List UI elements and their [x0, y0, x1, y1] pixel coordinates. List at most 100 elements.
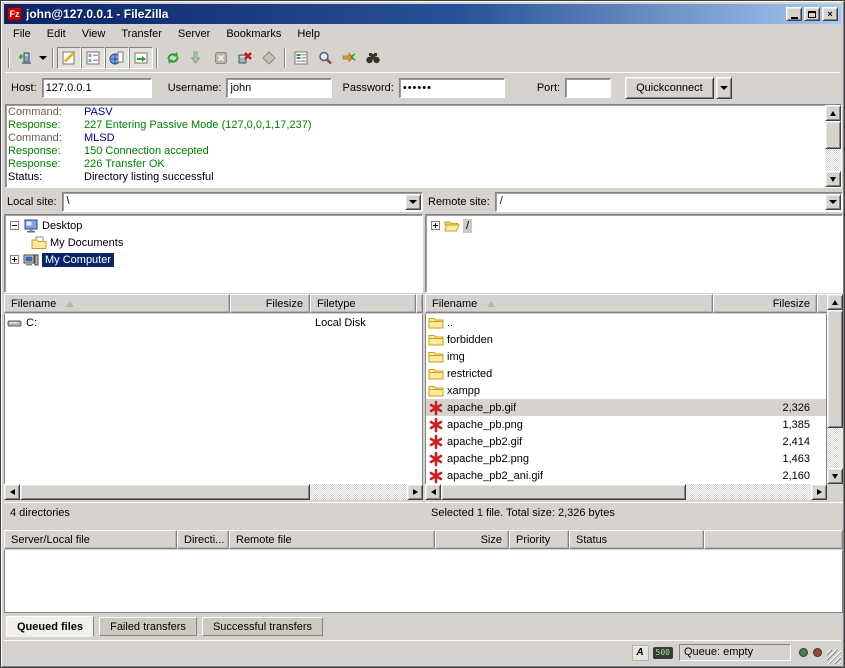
maximize-button[interactable]	[804, 7, 820, 21]
toggle-remote-tree-button[interactable]	[105, 47, 129, 69]
remote-file-row[interactable]: forbidden	[426, 331, 826, 348]
remote-file-row[interactable]: ..	[426, 314, 826, 331]
scroll-left-button[interactable]	[425, 484, 441, 500]
refresh-button[interactable]	[161, 47, 185, 69]
remote-file-row[interactable]: apache_pb2.png 1,463	[426, 450, 826, 467]
directory-filters-button[interactable]	[289, 47, 313, 69]
host-input[interactable]	[42, 78, 152, 98]
menu-edit[interactable]: Edit	[39, 26, 74, 44]
find-files-button[interactable]	[361, 47, 385, 69]
toggle-local-tree-button[interactable]	[81, 47, 105, 69]
scroll-right-button[interactable]	[407, 484, 423, 500]
desktop-icon	[23, 218, 39, 234]
scroll-down-button[interactable]	[827, 468, 843, 484]
close-button[interactable]: ×	[822, 7, 838, 21]
data-type-indicator[interactable]: A	[632, 645, 649, 661]
remote-file-row-selected[interactable]: apache_pb.gif 2,326	[426, 399, 826, 416]
remote-file-row[interactable]: restricted	[426, 365, 826, 382]
scroll-thumb[interactable]	[20, 484, 310, 500]
column-header-filesize[interactable]: Filesize	[713, 294, 817, 313]
column-header-filetype[interactable]: Filetype	[310, 294, 416, 313]
column-header-truncated[interactable]: L	[416, 294, 423, 313]
column-header-priority[interactable]: Priority	[509, 530, 569, 549]
menu-server[interactable]: Server	[170, 26, 218, 44]
scroll-up-button[interactable]	[827, 294, 843, 310]
remote-site-dropdown[interactable]	[825, 194, 841, 210]
log-line: Command:PASV	[8, 106, 823, 119]
scroll-down-button[interactable]	[825, 171, 841, 187]
column-header-size[interactable]: Size	[435, 530, 509, 549]
queue-list[interactable]	[4, 550, 843, 613]
synchronized-browsing-button[interactable]	[337, 47, 361, 69]
column-header-direction[interactable]: Directi...	[177, 530, 229, 549]
toggle-transfer-queue-button[interactable]	[129, 47, 153, 69]
remote-horizontal-scrollbar[interactable]	[425, 484, 827, 500]
column-header-filename[interactable]: Filename	[425, 294, 713, 313]
column-header-status[interactable]: Status	[569, 530, 704, 549]
speed-limit-indicator[interactable]: 500	[653, 647, 673, 659]
local-file-list: C: Local Disk	[4, 314, 423, 484]
log-line: Response:227 Entering Passive Mode (127,…	[8, 119, 823, 132]
collapse-icon[interactable]	[10, 221, 19, 230]
title-bar[interactable]: Fz john@127.0.0.1 - FileZilla ×	[4, 4, 841, 24]
scroll-thumb[interactable]	[825, 121, 841, 149]
password-input[interactable]	[399, 78, 505, 98]
toggle-message-log-button[interactable]	[57, 47, 81, 69]
scroll-right-button[interactable]	[811, 484, 827, 500]
site-manager-dropdown[interactable]	[37, 47, 49, 69]
menu-view[interactable]: View	[74, 26, 114, 44]
menu-file[interactable]: File	[5, 26, 39, 44]
clear-queue-button[interactable]	[257, 47, 281, 69]
expand-icon[interactable]	[431, 221, 440, 230]
expand-icon[interactable]	[10, 255, 19, 264]
local-status-text: 4 directories	[4, 502, 423, 522]
remote-vertical-scrollbar[interactable]	[827, 294, 843, 484]
process-queue-button[interactable]	[185, 47, 209, 69]
log-vertical-scrollbar[interactable]	[825, 105, 841, 187]
tree-item-my-documents[interactable]: My Documents	[5, 234, 422, 251]
username-input[interactable]	[226, 78, 332, 98]
local-horizontal-scrollbar[interactable]	[4, 484, 423, 500]
scroll-left-button[interactable]	[4, 484, 20, 500]
remote-file-row[interactable]: apache_pb.png 1,385	[426, 416, 826, 433]
tree-item-desktop[interactable]: Desktop	[5, 217, 422, 234]
port-input[interactable]	[565, 78, 611, 98]
scroll-thumb[interactable]	[441, 484, 686, 500]
log-line: Response:226 Transfer OK	[8, 158, 823, 171]
image-file-icon	[428, 468, 444, 484]
menu-transfer[interactable]: Transfer	[113, 26, 170, 44]
message-log: Command:PASV Response:227 Entering Passi…	[5, 104, 842, 188]
minimize-button[interactable]	[786, 7, 802, 21]
menu-bookmarks[interactable]: Bookmarks	[218, 26, 289, 44]
column-header-remote-file[interactable]: Remote file	[229, 530, 435, 549]
local-site-combo[interactable]: \	[62, 192, 423, 212]
tree-item-root[interactable]: /	[426, 217, 842, 234]
tree-item-my-computer[interactable]: My Computer	[5, 251, 422, 268]
local-site-dropdown[interactable]	[405, 194, 421, 210]
local-file-row[interactable]: C: Local Disk	[5, 314, 422, 331]
tab-queued-files[interactable]: Queued files	[6, 616, 94, 637]
remote-site-combo[interactable]: /	[495, 192, 843, 212]
resize-grip[interactable]	[827, 650, 841, 664]
quickconnect-dropdown[interactable]	[716, 77, 732, 99]
cancel-operation-button[interactable]	[209, 47, 233, 69]
close-icon: ×	[827, 9, 832, 19]
remote-file-row[interactable]: apache_pb2.gif 2,414	[426, 433, 826, 450]
scroll-up-button[interactable]	[825, 105, 841, 121]
remote-file-row[interactable]: apache_pb2_ani.gif 2,160	[426, 467, 826, 484]
tab-failed-transfers[interactable]: Failed transfers	[99, 617, 197, 636]
remote-file-row[interactable]: xampp	[426, 382, 826, 399]
directory-comparison-button[interactable]	[313, 47, 337, 69]
site-manager-button[interactable]	[13, 47, 37, 69]
column-header-filename[interactable]: Filename	[4, 294, 230, 313]
status-bar: A 500 Queue: empty	[4, 640, 841, 664]
folder-icon	[428, 366, 444, 382]
remote-file-row[interactable]: img	[426, 348, 826, 365]
disconnect-button[interactable]	[233, 47, 257, 69]
scroll-thumb[interactable]	[827, 310, 843, 428]
quickconnect-button[interactable]: Quickconnect	[625, 77, 714, 99]
tab-successful-transfers[interactable]: Successful transfers	[202, 617, 323, 636]
column-header-local-file[interactable]: Server/Local file	[4, 530, 177, 549]
menu-help[interactable]: Help	[289, 26, 328, 44]
column-header-filesize[interactable]: Filesize	[230, 294, 310, 313]
